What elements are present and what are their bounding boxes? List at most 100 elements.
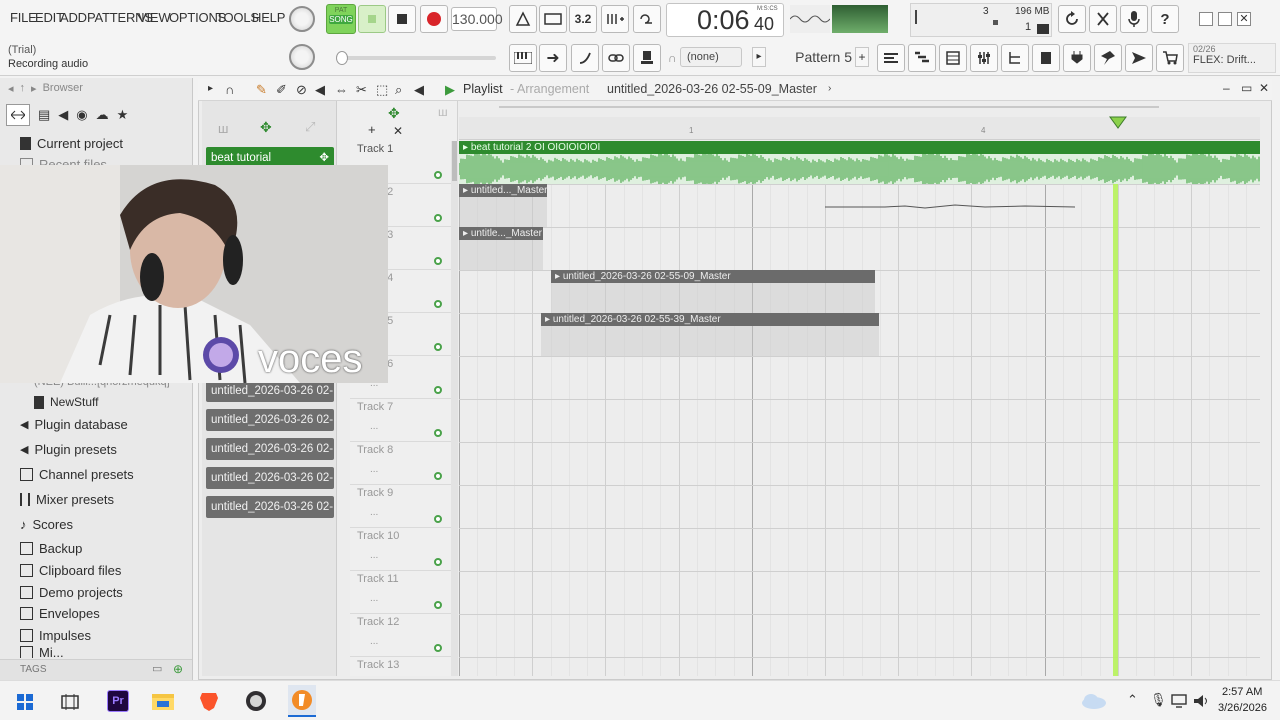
track-mute-led[interactable] — [434, 601, 442, 609]
master-pitch-slider[interactable] — [336, 51, 496, 65]
link-icon[interactable]: ⤢ — [305, 119, 315, 135]
browser-item-newstuff[interactable]: NewStuff — [34, 392, 98, 412]
brush-icon[interactable]: ✐ — [276, 82, 287, 98]
magnet-icon[interactable]: ∩ — [225, 82, 234, 97]
track-options-icon[interactable]: ... — [370, 421, 378, 432]
track-header[interactable]: Track 11... — [350, 571, 451, 614]
shop-button[interactable] — [1156, 44, 1184, 72]
piano-roll-window-button[interactable] — [908, 44, 936, 72]
browser-item-impulses[interactable]: Impulses — [20, 625, 91, 645]
windows-start-icon[interactable] — [17, 694, 33, 710]
chevron-up-icon[interactable]: ⌃ — [1127, 692, 1138, 708]
track-mute-led[interactable] — [434, 300, 442, 308]
collapse-tree-button[interactable] — [6, 104, 30, 126]
track-mute-led[interactable] — [434, 257, 442, 265]
menu-add[interactable]: ADD — [60, 10, 87, 25]
time-display[interactable]: 0:06 40 M:S:CS — [666, 3, 784, 37]
pattern-picker-item[interactable]: untitled_2026-03-26 02-... — [206, 467, 334, 489]
track-header[interactable]: Track 10... — [350, 528, 451, 571]
countdown-button[interactable]: 3.2 — [569, 5, 597, 33]
master-volume-knob[interactable] — [289, 6, 315, 32]
network-icon[interactable] — [1171, 694, 1187, 708]
track-header[interactable]: Track 12... — [350, 614, 451, 657]
pattern-picker-item[interactable]: untitled_2026-03-26 02-... — [206, 409, 334, 431]
mute-icon[interactable]: ◀ — [315, 82, 325, 98]
track-header[interactable]: Track 9... — [350, 485, 451, 528]
premiere-icon[interactable]: Pr — [107, 690, 129, 712]
timeline-ruler[interactable]: 1 4 — [459, 116, 1260, 140]
step-edit-button[interactable]: ➜ — [539, 44, 567, 72]
typing-keyboard-button[interactable] — [633, 44, 661, 72]
pattern-picker-item[interactable]: untitled_2026-03-26 02-... — [206, 496, 334, 518]
song-mode-toggle[interactable]: PAT SONG — [326, 4, 356, 34]
track-options-icon[interactable]: ... — [370, 593, 378, 604]
slide-tool-button[interactable] — [571, 44, 599, 72]
record-button[interactable] — [420, 5, 448, 33]
browser-item-backup[interactable]: Backup — [20, 538, 82, 558]
arrow-up-icon[interactable]: ↑ — [20, 82, 26, 95]
pattern-prev-button[interactable]: ▸ — [752, 47, 766, 67]
news-panel[interactable]: 02/26 FLEX: Drift... — [1188, 43, 1276, 73]
minimize-app-button[interactable] — [1199, 12, 1213, 26]
microphone-icon[interactable]: 🎙 — [1150, 692, 1167, 708]
audio-clip-beat-tutorial[interactable]: ▸ beat tutorial 2 OI OIOIOIOIOI — [459, 141, 1260, 184]
track-mute-led[interactable] — [434, 472, 442, 480]
pattern-picker-item[interactable]: untitled_2026-03-26 02-... — [206, 438, 334, 460]
piano-roll-button[interactable] — [509, 44, 537, 72]
browser-item-envelopes[interactable]: Envelopes — [20, 603, 100, 623]
blend-notes-button[interactable] — [601, 5, 629, 33]
track-options-icon[interactable]: ... — [370, 550, 378, 561]
stop-button[interactable] — [388, 5, 416, 33]
browser-item-plugin-presets[interactable]: ◀ Plugin presets — [20, 439, 117, 459]
track-mute-led[interactable] — [434, 644, 442, 652]
picker-tool-icon[interactable]: ш — [438, 105, 448, 119]
wait-input-button[interactable] — [539, 5, 567, 33]
task-view-icon[interactable] — [61, 693, 79, 711]
playlist-vertical-scrollbar[interactable] — [451, 141, 458, 676]
track-mute-led[interactable] — [434, 214, 442, 222]
track-options-icon[interactable]: ... — [370, 464, 378, 475]
track-mute-led[interactable] — [434, 515, 442, 523]
mixer-button[interactable] — [970, 44, 998, 72]
star-icon[interactable]: ★ — [117, 107, 129, 123]
plugin-button[interactable] — [1063, 44, 1091, 72]
master-pitch-knob[interactable] — [289, 44, 315, 70]
move-icon[interactable]: ✥ — [388, 105, 400, 122]
audio-clip[interactable]: ▸ untitled_2026-03-26 02-55-09_Master — [551, 270, 875, 313]
brave-icon[interactable] — [198, 690, 220, 712]
playhead-marker-icon[interactable] — [1109, 116, 1127, 130]
zoom-icon[interactable]: ⌕ — [395, 82, 402, 98]
audio-clip[interactable]: ▸ untitled..._Master — [459, 184, 547, 227]
add-track-icon[interactable]: + — [368, 122, 376, 137]
project-browser-button[interactable] — [1001, 44, 1029, 72]
track-mute-led[interactable] — [434, 558, 442, 566]
search-icon[interactable]: ⊕ — [173, 662, 183, 676]
arrow-left-icon[interactable]: ◂ — [8, 82, 14, 95]
loop-record-button[interactable] — [633, 5, 661, 33]
obs-icon[interactable] — [245, 690, 267, 712]
globe-icon[interactable]: ◉ — [76, 107, 87, 123]
select-icon[interactable]: ⬚ — [376, 82, 388, 98]
playlist-button[interactable] — [877, 44, 905, 72]
pattern-picker-item[interactable]: untitled_2026-03-26 02-... — [206, 380, 334, 402]
link-button[interactable] — [602, 44, 630, 72]
menu-file[interactable]: FILE — [10, 10, 37, 25]
slice-icon[interactable]: ✂ — [356, 82, 367, 98]
playback-icon[interactable]: ◀ — [414, 82, 424, 98]
arrow-right-icon[interactable]: ▸ — [31, 82, 37, 95]
close-icon[interactable]: ✕ — [1259, 81, 1269, 95]
track-header[interactable]: Track 7... — [350, 399, 451, 442]
mic-button[interactable] — [1120, 5, 1148, 33]
play-button[interactable] — [358, 5, 386, 33]
audio-editor-button[interactable] — [1125, 44, 1153, 72]
browser-item-misc[interactable]: Mi... — [20, 646, 64, 658]
help-button[interactable]: ? — [1151, 5, 1179, 33]
speaker-icon[interactable]: ◀ — [58, 107, 68, 123]
browser-item-scores[interactable]: ♪ Scores — [20, 514, 73, 534]
channel-rack-button[interactable] — [939, 44, 967, 72]
fl-studio-taskbar-button[interactable] — [288, 685, 316, 717]
audio-clip[interactable]: ▸ untitled_2026-03-26 02-55-39_Master — [541, 313, 879, 356]
picker-tool-icon[interactable]: ш — [218, 121, 228, 136]
playlist-grid[interactable] — [459, 141, 1260, 676]
track-mute-led[interactable] — [434, 386, 442, 394]
